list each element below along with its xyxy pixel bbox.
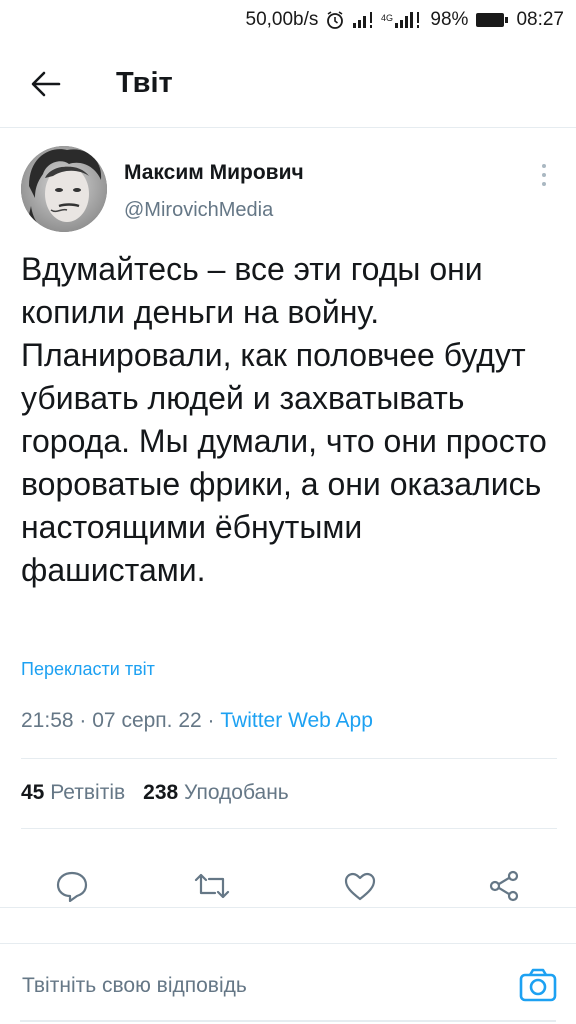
reply-underline xyxy=(20,1020,556,1022)
meta-separator: · xyxy=(207,709,215,732)
battery-icon xyxy=(475,12,509,28)
share-button[interactable] xyxy=(484,866,524,906)
tweet-meta: 21:58 · 07 серп. 22 · Twitter Web App xyxy=(21,709,373,733)
translate-tweet-link[interactable]: Перекласти твіт xyxy=(21,659,155,680)
more-dot-icon xyxy=(542,173,546,177)
more-dot-icon xyxy=(542,182,546,186)
divider xyxy=(21,828,557,829)
camera-button[interactable] xyxy=(518,967,558,1003)
avatar[interactable] xyxy=(21,146,107,232)
back-button[interactable] xyxy=(16,54,76,114)
divider xyxy=(21,758,557,759)
arrow-left-icon xyxy=(31,71,61,96)
divider xyxy=(0,907,576,908)
camera-icon xyxy=(519,968,557,1002)
more-dot-icon xyxy=(542,164,546,168)
reply-button[interactable] xyxy=(52,866,92,906)
likes-count: 238 xyxy=(143,781,179,804)
signal-icon xyxy=(352,11,374,29)
tweet-source-link[interactable]: Twitter Web App xyxy=(220,709,373,732)
likes-label: Уподобань xyxy=(184,781,289,804)
meta-separator: · xyxy=(79,709,87,732)
battery-percent: 98% xyxy=(430,9,469,30)
retweet-button[interactable] xyxy=(192,866,232,906)
reply-composer: Твітніть свою відповідь xyxy=(0,943,576,1023)
network-speed: 50,00b/s xyxy=(245,9,319,30)
status-bar: 50,00b/s 4G 98% 08:27 xyxy=(0,0,576,40)
more-options-button[interactable] xyxy=(532,160,556,190)
top-app-bar: Твіт xyxy=(0,40,576,128)
retweets-count: 45 xyxy=(21,781,45,804)
heart-icon xyxy=(344,872,376,901)
signal-4g-icon: 4G xyxy=(381,10,423,30)
retweets-stat[interactable]: 45 Ретвітів xyxy=(21,781,125,805)
alarm-icon xyxy=(325,10,345,30)
like-button[interactable] xyxy=(340,866,380,906)
reply-icon xyxy=(56,871,88,902)
author-name[interactable]: Максим Мирович xyxy=(124,161,304,185)
likes-stat[interactable]: 238 Уподобань xyxy=(143,781,289,805)
tweet-date: 07 серп. 22 xyxy=(92,709,202,732)
retweets-label: Ретвітів xyxy=(50,781,126,804)
tweet-time: 21:58 xyxy=(21,709,74,732)
tweet-text: Вдумайтесь – все эти годы они копили ден… xyxy=(21,251,547,588)
clock: 08:27 xyxy=(516,9,564,30)
reply-input[interactable]: Твітніть свою відповідь xyxy=(22,974,247,998)
page-title: Твіт xyxy=(116,67,173,99)
share-icon xyxy=(489,870,519,902)
author-handle[interactable]: @MirovichMedia xyxy=(124,199,273,222)
retweet-icon xyxy=(194,873,230,899)
tweet-stats: 45 Ретвітів 238 Уподобань xyxy=(21,781,289,805)
tweet-actions xyxy=(0,846,576,926)
network-type-label: 4G xyxy=(381,13,393,23)
